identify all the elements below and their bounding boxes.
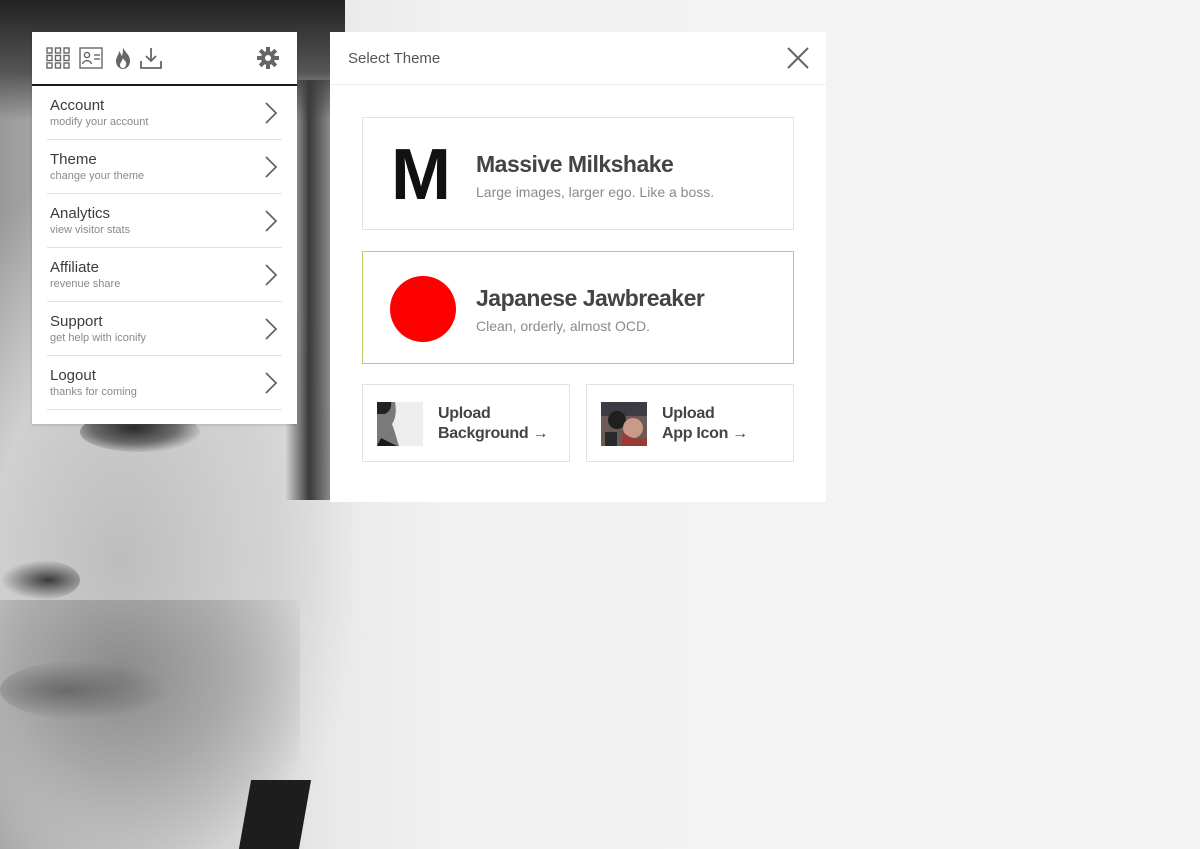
theme-name: Massive Milkshake: [476, 151, 674, 177]
theme-description: Large images, larger ego. Like a boss.: [476, 184, 715, 200]
menu-item-subtitle: get help with iconify: [50, 332, 146, 344]
photo-lips: [0, 660, 170, 720]
menu-item-title: Support: [50, 313, 103, 330]
gear-icon[interactable]: [256, 46, 280, 70]
upload-label: Upload Background →: [438, 404, 549, 444]
menu-item-support[interactable]: Support get help with iconify: [47, 302, 282, 356]
menu-item-logout[interactable]: Logout thanks for coming: [47, 356, 282, 410]
red-circle-icon: [390, 276, 456, 342]
settings-menu-panel: Account modify your account Theme change…: [32, 32, 297, 424]
theme-logo-m: M: [391, 135, 451, 215]
menu-item-subtitle: thanks for coming: [50, 386, 137, 398]
grid-icon[interactable]: [46, 46, 70, 70]
upload-label-line2: Background →: [438, 425, 549, 442]
chevron-right-icon: [265, 372, 278, 394]
dialog-title: Select Theme: [348, 50, 441, 67]
menu-item-title: Affiliate: [50, 259, 99, 276]
select-theme-dialog: Select Theme M Massive Milkshake Large i…: [330, 32, 826, 502]
flame-icon[interactable]: [111, 46, 135, 70]
close-icon[interactable]: [786, 46, 810, 70]
menu-item-subtitle: change your theme: [50, 170, 145, 182]
upload-app-icon-button[interactable]: Upload App Icon →: [586, 384, 794, 462]
menu-item-title: Logout: [50, 367, 96, 384]
dialog-header: Select Theme: [330, 32, 826, 85]
chevron-right-icon: [265, 210, 278, 232]
upload-label: Upload App Icon →: [662, 404, 748, 444]
theme-name: Japanese Jawbreaker: [476, 285, 705, 311]
upload-label-line1: Upload: [662, 405, 715, 422]
menu-toolbar: [32, 32, 297, 86]
theme-card-japanese-jawbreaker[interactable]: Japanese Jawbreaker Clean, orderly, almo…: [362, 251, 794, 364]
download-icon[interactable]: [139, 46, 163, 70]
menu-item-title: Account: [50, 97, 105, 114]
chevron-right-icon: [265, 102, 278, 124]
chevron-right-icon: [265, 264, 278, 286]
upload-background-button[interactable]: Upload Background →: [362, 384, 570, 462]
chevron-right-icon: [265, 318, 278, 340]
upload-label-line2: App Icon →: [662, 425, 748, 442]
profile-card-icon[interactable]: [79, 46, 103, 70]
menu-item-account[interactable]: Account modify your account: [47, 86, 282, 140]
menu-item-analytics[interactable]: Analytics view visitor stats: [47, 194, 282, 248]
upload-label-line1: Upload: [438, 405, 491, 422]
menu-item-subtitle: revenue share: [50, 278, 121, 290]
theme-card-massive-milkshake[interactable]: M Massive Milkshake Large images, larger…: [362, 117, 794, 230]
menu-item-subtitle: view visitor stats: [50, 224, 131, 236]
menu-item-title: Theme: [50, 151, 97, 168]
theme-description: Clean, orderly, almost OCD.: [476, 318, 651, 334]
menu-item-theme[interactable]: Theme change your theme: [47, 140, 282, 194]
photo-collar: [238, 780, 312, 849]
background-thumbnail: [377, 402, 423, 446]
chevron-right-icon: [265, 156, 278, 178]
menu-item-title: Analytics: [50, 205, 111, 222]
menu-item-affiliate[interactable]: Affiliate revenue share: [47, 248, 282, 302]
menu-list: Account modify your account Theme change…: [32, 86, 297, 410]
menu-item-subtitle: modify your account: [50, 116, 149, 128]
photo-nostril: [0, 560, 80, 600]
app-icon-thumbnail: [601, 402, 647, 446]
